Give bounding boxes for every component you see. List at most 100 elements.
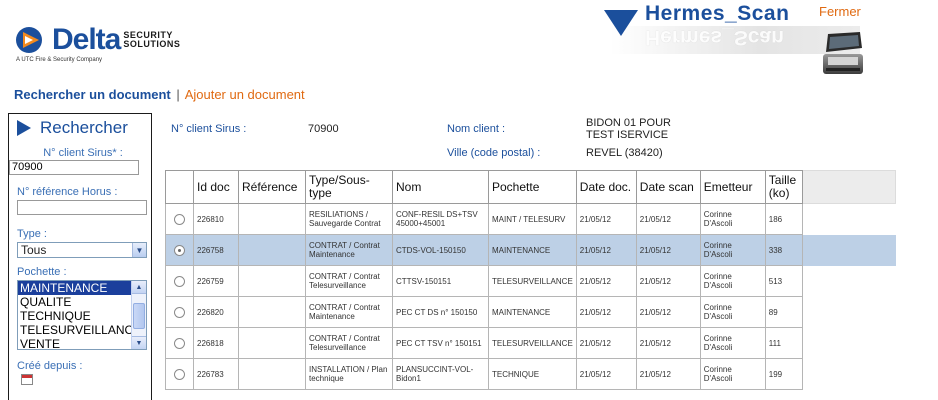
header-select [165, 170, 194, 204]
cell-nom: CONF-RESIL DS+TSV 45000+45001 [392, 203, 489, 235]
header-pochette[interactable]: Pochette [488, 170, 577, 204]
cell-nom: CTTSV-150151 [392, 265, 489, 297]
cell-taille: 186 [764, 203, 803, 235]
scroll-up-icon[interactable]: ▲ [132, 281, 146, 294]
pochette-option[interactable]: TELESURVEILLANCE [18, 323, 132, 337]
close-link[interactable]: Fermer [819, 4, 861, 19]
cell-select [165, 296, 194, 328]
table-header-row: Id doc Référence Type/Sous-type Nom Poch… [165, 170, 896, 204]
row-radio-button[interactable] [174, 337, 185, 349]
pochette-option[interactable]: TECHNIQUE [18, 309, 132, 323]
row-radio-button[interactable] [174, 275, 185, 287]
cell-filler [801, 203, 896, 235]
cell-reference [238, 265, 306, 297]
nav-add-document[interactable]: Ajouter un document [185, 87, 305, 102]
cell-type: CONTRAT / Contrat Maintenance [305, 234, 393, 266]
cell-nom: PEC CT TSV n° 150151 [392, 327, 489, 359]
cell-emetteur: Corinne D'Ascoli [699, 296, 766, 328]
cell-pochette: TECHNIQUE [488, 358, 577, 390]
pochette-option[interactable]: MAINTENANCE [18, 281, 132, 295]
results-table: Id doc Référence Type/Sous-type Nom Poch… [165, 170, 896, 390]
cell-reference [238, 327, 306, 359]
header-id[interactable]: Id doc [193, 170, 239, 204]
cell-select [165, 327, 194, 359]
header-date-scan[interactable]: Date scan [635, 170, 701, 204]
table-row[interactable]: 226759 CONTRAT / Contrat Telesurveillance… [165, 265, 896, 297]
search-panel-header: Rechercher [9, 114, 151, 142]
cell-type: INSTALLATION / Plan technique [305, 358, 393, 390]
scanner-icon[interactable] [820, 30, 866, 80]
cell-emetteur: Corinne D'Ascoli [699, 327, 766, 359]
cell-reference [238, 234, 306, 266]
row-radio-button[interactable] [174, 244, 185, 256]
header-reference[interactable]: Référence [238, 170, 306, 204]
client-sirus-info-label: N° client Sirus : [171, 123, 247, 135]
header-date-doc[interactable]: Date doc. [575, 170, 637, 204]
search-panel-title: Rechercher [40, 118, 128, 137]
down-triangle-icon [604, 10, 638, 36]
scroll-down-icon[interactable]: ▼ [132, 336, 146, 349]
pochette-label: Pochette : [17, 266, 67, 278]
cell-date-scan: 21/05/12 [635, 203, 701, 235]
scroll-thumb[interactable] [133, 303, 145, 329]
header-type[interactable]: Type/Sous-type [305, 170, 393, 204]
date-picker[interactable] [21, 374, 151, 385]
cell-id: 226758 [193, 234, 239, 266]
row-radio-button[interactable] [174, 368, 185, 380]
cell-id: 226759 [193, 265, 239, 297]
cell-filler [801, 234, 896, 266]
pochette-option[interactable]: QUALITE [18, 295, 132, 309]
table-row[interactable]: 226810 RESILIATIONS / Sauvegarde Contrat C… [165, 203, 896, 235]
client-city-value: REVEL (38420) [586, 147, 663, 159]
client-city-label: Ville (code postal) : [447, 147, 541, 159]
cell-emetteur: Corinne D'Ascoli [699, 203, 766, 235]
client-name-line1: BIDON 01 POUR [586, 117, 671, 129]
table-row[interactable]: 226818 CONTRAT / Contrat Telesurveillance… [165, 327, 896, 359]
cell-select [165, 265, 194, 297]
type-select-value: Tous [21, 243, 47, 257]
cell-taille: 338 [764, 234, 803, 266]
cell-taille: 111 [764, 327, 803, 359]
delta-logo: Delta SECURITY SOLUTIONS A UTC Fire & Se… [12, 25, 222, 74]
pochette-listbox[interactable]: MAINTENANCE QUALITE TECHNIQUE TELESURVEI… [17, 280, 147, 350]
row-radio-button[interactable] [174, 306, 185, 318]
cell-id: 226783 [193, 358, 239, 390]
header-nom[interactable]: Nom [392, 170, 489, 204]
cell-date-doc: 21/05/12 [575, 265, 637, 297]
header-taille[interactable]: Taille (ko) [764, 170, 803, 204]
chevron-down-icon[interactable]: ▼ [132, 243, 146, 257]
cell-date-scan: 21/05/12 [635, 358, 701, 390]
cell-taille: 199 [764, 358, 803, 390]
cell-date-scan: 21/05/12 [635, 296, 701, 328]
cell-reference [238, 358, 306, 390]
horus-input[interactable] [17, 200, 147, 215]
cell-nom: PLANSUCCINT-VOL-Bidon1 [392, 358, 489, 390]
nav-separator: | [176, 87, 180, 102]
pochette-option[interactable]: VENTE [18, 337, 132, 349]
cell-type: CONTRAT / Contrat Telesurveillance [305, 327, 393, 359]
table-row[interactable]: 226783 INSTALLATION / Plan technique PLANS… [165, 358, 896, 390]
cell-reference [238, 203, 306, 235]
type-select[interactable]: Tous ▼ [17, 242, 147, 258]
cell-pochette: MAINTENANCE [488, 296, 577, 328]
app-title-reflection: Hermes_Scan [645, 26, 784, 49]
cell-filler [801, 265, 896, 297]
table-row[interactable]: 226820 CONTRAT / Contrat Maintenance PEC C… [165, 296, 896, 328]
app-title: Hermes_Scan [645, 2, 790, 25]
header-emetteur[interactable]: Emetteur [699, 170, 766, 204]
nav-bar: Rechercher un document | Ajouter un docu… [14, 87, 305, 102]
cell-type: CONTRAT / Contrat Maintenance [305, 296, 393, 328]
right-triangle-icon [17, 120, 31, 136]
client-sirus-label: N° client Sirus* : [43, 147, 123, 159]
cell-id: 226818 [193, 327, 239, 359]
calendar-icon[interactable] [21, 374, 33, 385]
row-radio-button[interactable] [174, 213, 185, 225]
client-name-value: BIDON 01 POUR TEST ISERVICE [586, 117, 671, 141]
cree-depuis-label: Créé depuis : [17, 360, 83, 372]
cell-reference [238, 296, 306, 328]
client-sirus-input[interactable]: 70900 [9, 160, 139, 175]
cell-emetteur: Corinne D'Ascoli [699, 358, 766, 390]
table-row[interactable]: 226758 CONTRAT / Contrat Maintenance CTDS-… [165, 234, 896, 266]
pochette-scrollbar[interactable]: ▲ ▼ [131, 281, 146, 349]
nav-search[interactable]: Rechercher un document [14, 87, 171, 102]
